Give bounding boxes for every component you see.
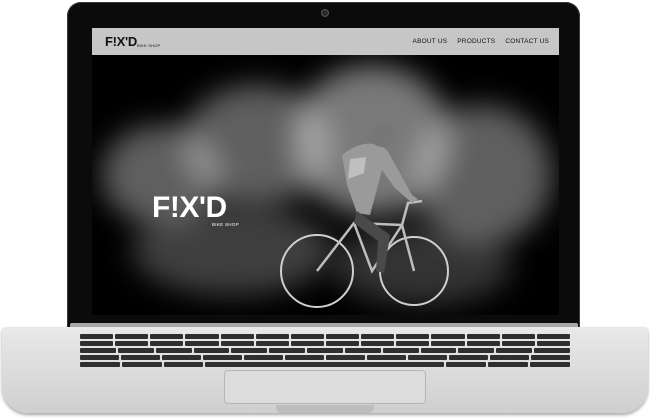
laptop-front-notch [276,405,374,413]
key [163,362,204,367]
key [326,355,365,360]
key [220,341,254,346]
trackpad [224,370,426,404]
key [420,348,457,353]
key [307,348,343,353]
key [185,334,219,339]
key [490,355,529,360]
key [220,334,254,339]
key [121,355,160,360]
key [501,334,535,339]
key [285,355,324,360]
nav-products[interactable]: PRODUCTS [457,38,495,45]
key [203,355,242,360]
key [115,341,149,346]
key [344,348,381,353]
key [80,362,120,367]
key [150,334,184,339]
key [396,341,430,346]
key-row [80,362,570,367]
key [80,334,114,339]
key [115,334,149,339]
key [458,348,495,353]
site-navbar: F!X'D BIKE SHOP ABOUT US PRODUCTS CONTAC… [92,28,559,55]
key [530,362,570,367]
nav-links: ABOUT US PRODUCTS CONTACT US [413,38,549,45]
key [431,334,465,339]
key [290,334,324,339]
cyclist-image [280,123,449,308]
key [531,355,570,360]
site-logo[interactable]: F!X'D [105,35,137,48]
laptop-screen: F!X'D BIKE SHOP ABOUT US PRODUCTS CONTAC… [92,28,559,315]
key [162,355,201,360]
key-row [80,341,570,346]
key [155,348,192,353]
webcam-icon [322,10,328,16]
keyboard [80,334,570,368]
nav-about-us[interactable]: ABOUT US [413,38,448,45]
site-logo-subtitle: BIKE SHOP [137,43,161,48]
key [150,341,184,346]
key [185,341,219,346]
key-row [80,355,570,360]
key [231,348,268,353]
key [534,348,570,353]
key [121,362,162,367]
key [396,334,430,339]
spacebar [205,362,445,367]
key [536,334,570,339]
key [80,341,114,346]
hero-banner: F!X'D BIKE SHOP [92,55,559,315]
key [466,334,500,339]
key [80,355,119,360]
key [488,362,529,367]
key [193,348,230,353]
key [536,341,570,346]
key [501,341,535,346]
key [325,334,360,339]
key [269,348,306,353]
key [431,341,465,346]
key-row [80,334,570,339]
hero-logo-subtitle: BIKE SHOP [212,222,239,227]
key [449,355,488,360]
key [367,355,406,360]
key [244,355,283,360]
key [382,348,419,353]
hero-logo: F!X'D [152,191,227,224]
key [496,348,533,353]
key [290,341,324,346]
key [408,355,447,360]
key [361,334,395,339]
key-row [80,348,570,353]
key [255,341,289,346]
key [117,348,154,353]
key [80,348,116,353]
nav-contact-us[interactable]: CONTACT US [505,38,549,45]
key [325,341,360,346]
key [255,334,289,339]
key [446,362,487,367]
key [361,341,395,346]
key [466,341,500,346]
